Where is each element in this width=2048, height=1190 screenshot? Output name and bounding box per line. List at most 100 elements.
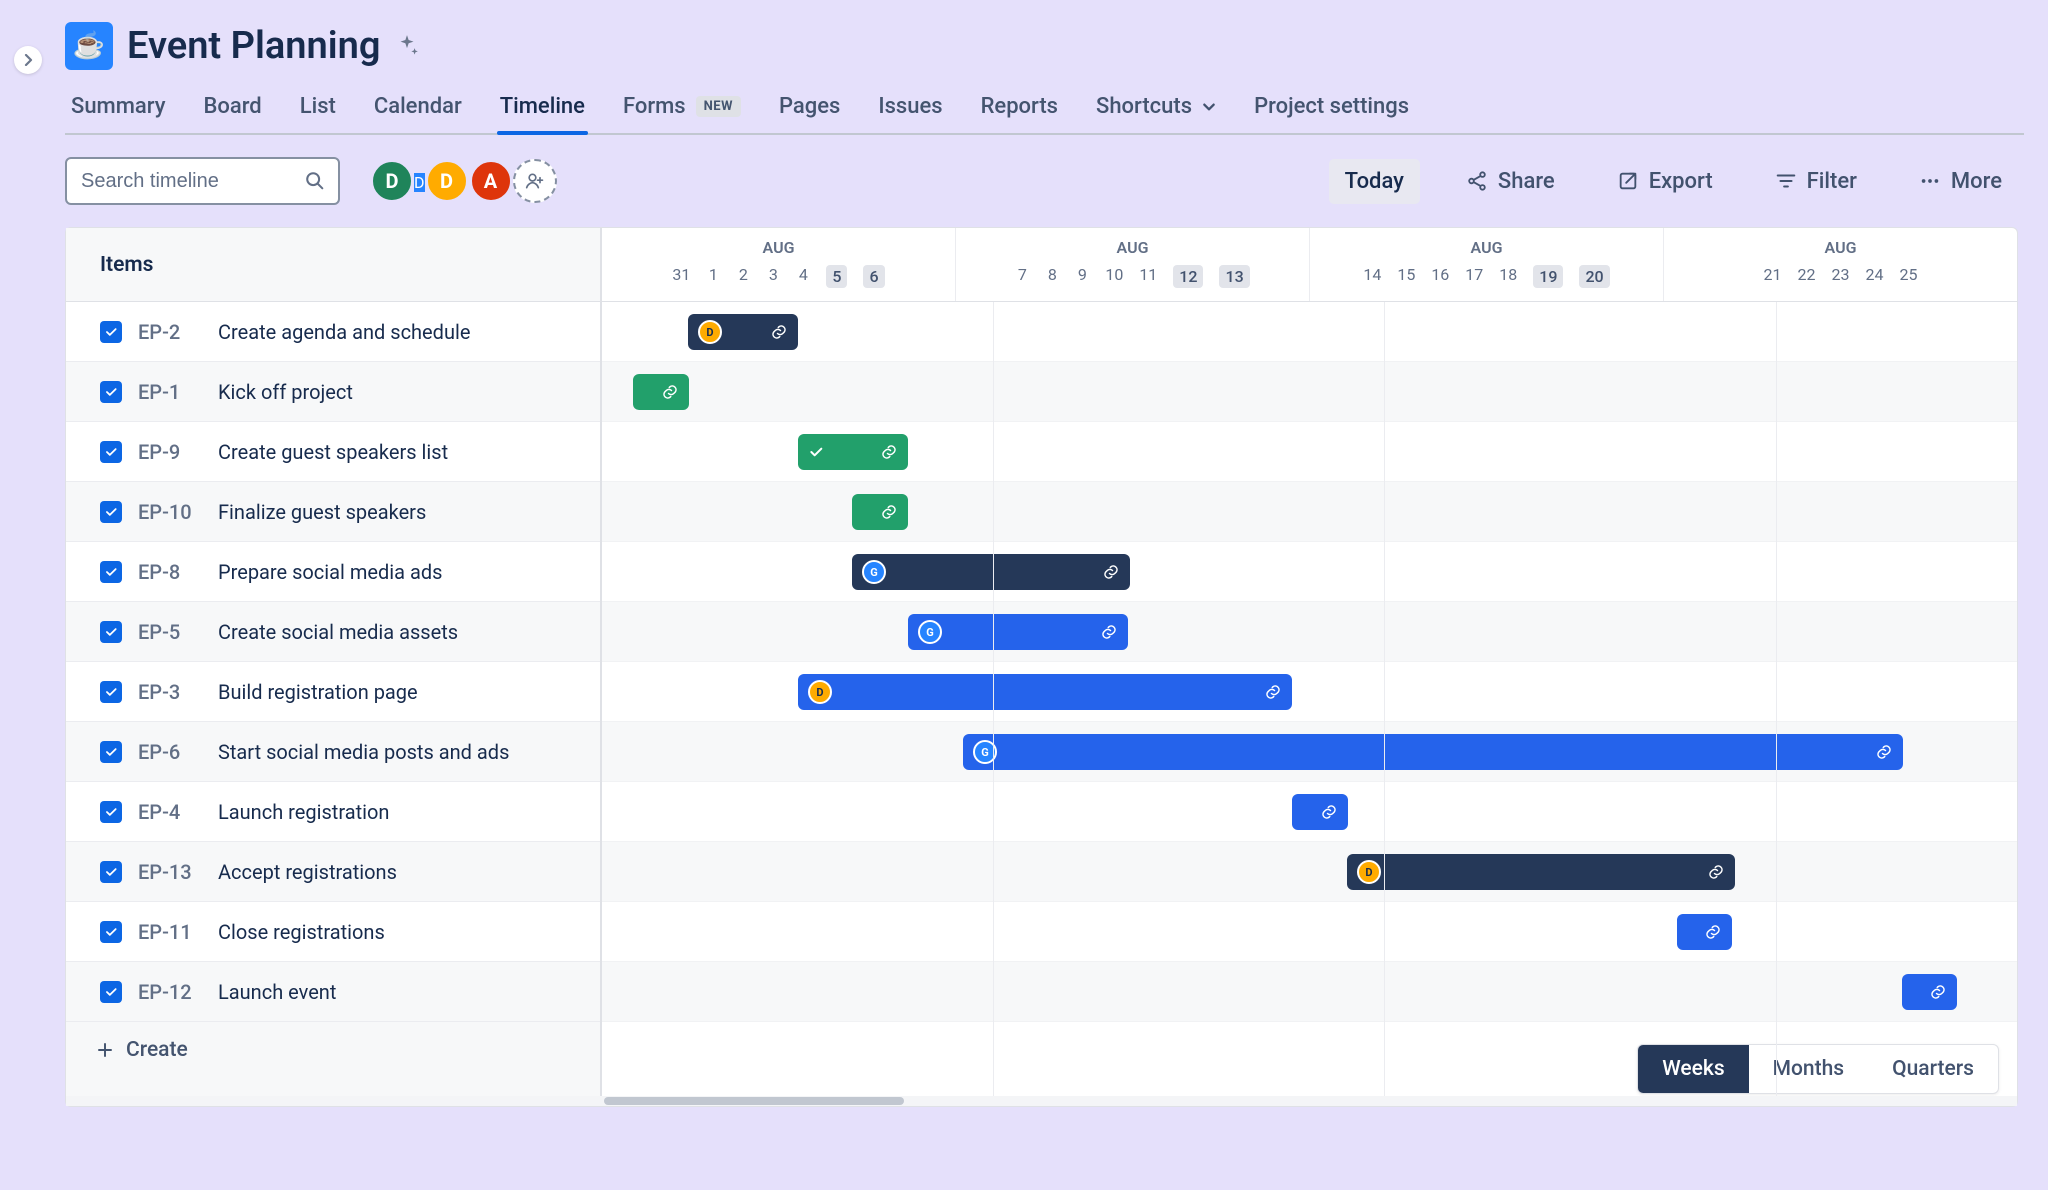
day-label: 31 [672,265,690,288]
day-label: 12 [1173,265,1203,288]
avatar-group[interactable]: DDDA [370,159,557,203]
link-icon [1875,743,1893,761]
timeline-bar[interactable]: G [852,554,1130,590]
task-type-icon [100,561,122,583]
timeline-bar[interactable] [852,494,908,530]
month-label: AUG [1471,238,1503,257]
task-row[interactable]: EP-4 Launch registration [66,782,600,842]
search-input[interactable] [81,170,296,193]
zoom-option-weeks[interactable]: Weeks [1638,1045,1748,1093]
nav-tab-calendar[interactable]: Calendar [374,82,462,133]
timeline-bar[interactable]: D [798,674,1292,710]
nav-tab-timeline[interactable]: Timeline [500,82,585,133]
timeline-bar[interactable]: G [963,734,1903,770]
share-button[interactable]: Share [1450,159,1571,204]
timeline-bar[interactable] [1902,974,1957,1010]
task-title: Close registrations [218,920,385,944]
task-type-icon [100,501,122,523]
link-icon [880,443,898,461]
nav-tab-summary[interactable]: Summary [71,82,166,133]
nav-tab-list[interactable]: List [300,82,336,133]
day-label: 21 [1764,265,1782,284]
day-label: 5 [826,265,847,288]
task-row[interactable]: EP-2 Create agenda and schedule [66,302,600,362]
day-label: 15 [1397,265,1415,288]
task-row[interactable]: EP-9 Create guest speakers list [66,422,600,482]
timeline-bar[interactable] [1292,794,1348,830]
task-key: EP-1 [138,380,202,404]
task-row[interactable]: EP-11 Close registrations [66,902,600,962]
task-title: Launch event [218,980,336,1004]
sidebar-expand-button[interactable] [14,46,42,74]
day-label: 6 [863,265,884,288]
month-label: AUG [763,238,795,257]
task-key: EP-6 [138,740,202,764]
month-label: AUG [1825,238,1857,257]
task-title: Prepare social media ads [218,560,442,584]
day-label: 23 [1832,265,1850,284]
task-row[interactable]: EP-12 Launch event [66,962,600,1022]
timeline-bar[interactable]: D [688,314,798,350]
avatar[interactable]: D [370,159,414,203]
timeline-bar[interactable]: D [1347,854,1735,890]
avatar[interactable]: A [469,159,513,203]
avatar-presence: D [414,173,425,192]
task-row[interactable]: EP-1 Kick off project [66,362,600,422]
day-label: 18 [1499,265,1517,288]
day-label: 3 [766,265,780,288]
task-key: EP-3 [138,680,202,704]
timeline-row [602,782,2017,842]
create-issue-button[interactable]: Create [66,1022,600,1078]
task-row[interactable]: EP-6 Start social media posts and ads [66,722,600,782]
link-icon [1320,803,1338,821]
timeline-bar[interactable]: G [908,614,1128,650]
timeline-bar[interactable] [633,374,689,410]
horizontal-scrollbar[interactable] [66,1096,2017,1106]
task-key: EP-11 [138,920,202,944]
task-title: Build registration page [218,680,418,704]
task-title: Create social media assets [218,620,458,644]
day-label: 17 [1465,265,1483,288]
nav-tab-reports[interactable]: Reports [981,82,1058,133]
task-type-icon [100,381,122,403]
week-column: AUG2122232425 [1664,228,2017,301]
task-row[interactable]: EP-10 Finalize guest speakers [66,482,600,542]
export-icon [1617,170,1639,192]
nav-tab-project-settings[interactable]: Project settings [1254,82,1409,133]
ai-sparkle-icon[interactable] [394,33,420,59]
nav-tab-issues[interactable]: Issues [878,82,942,133]
more-button[interactable]: More [1903,159,2018,204]
nav-tab-forms[interactable]: FormsNEW [623,82,741,133]
link-icon [1707,863,1725,881]
timeline-bar[interactable] [798,434,908,470]
task-row[interactable]: EP-3 Build registration page [66,662,600,722]
export-button[interactable]: Export [1601,159,1729,204]
zoom-option-months[interactable]: Months [1749,1045,1868,1093]
task-key: EP-8 [138,560,202,584]
zoom-option-quarters[interactable]: Quarters [1868,1045,1998,1093]
filter-button[interactable]: Filter [1759,159,1873,204]
week-column: AUG78910111213 [956,228,1310,301]
nav-tab-pages[interactable]: Pages [779,82,840,133]
task-type-icon [100,981,122,1003]
task-title: Launch registration [218,800,389,824]
task-key: EP-13 [138,860,202,884]
task-key: EP-5 [138,620,202,644]
task-row[interactable]: EP-5 Create social media assets [66,602,600,662]
task-type-icon [100,441,122,463]
timeline-bar[interactable] [1677,914,1732,950]
day-label: 19 [1533,265,1563,288]
nav-tab-board[interactable]: Board [204,82,262,133]
add-people-button[interactable] [513,159,557,203]
task-type-icon [100,681,122,703]
nav-tab-shortcuts[interactable]: Shortcuts [1096,82,1216,133]
avatar[interactable]: D [425,159,469,203]
day-label: 10 [1105,265,1123,288]
task-row[interactable]: EP-13 Accept registrations [66,842,600,902]
zoom-picker: WeeksMonthsQuarters [1637,1044,1999,1094]
timeline-row [602,422,2017,482]
today-button[interactable]: Today [1329,159,1420,204]
timeline-row: G [602,542,2017,602]
task-row[interactable]: EP-8 Prepare social media ads [66,542,600,602]
search-timeline[interactable] [65,157,340,205]
